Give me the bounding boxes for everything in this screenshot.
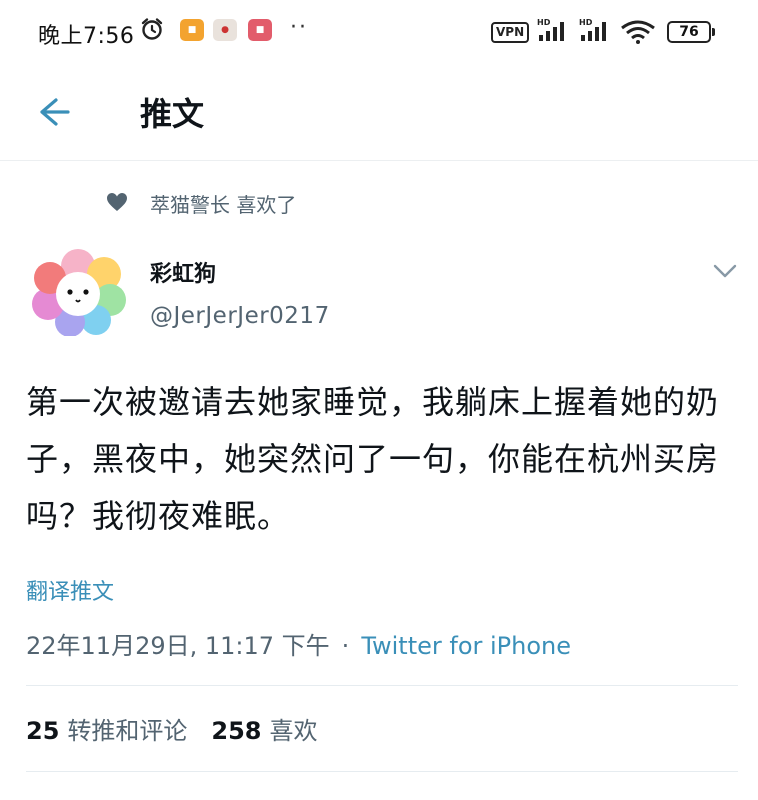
likes-label: 喜欢 [269, 717, 318, 745]
battery-icon: 76 [667, 21, 715, 43]
signal-icon: HD [537, 18, 564, 41]
divider [26, 771, 738, 772]
notification-app-icon: ■ [248, 19, 272, 41]
retweets-label: 转推和评论 [67, 717, 188, 745]
author-handle[interactable]: @JerJerJer0217 [150, 303, 330, 329]
chevron-down-icon[interactable] [711, 260, 739, 282]
wifi-icon [621, 20, 655, 44]
retweets-count: 25 [26, 717, 60, 745]
likes-count: 258 [211, 717, 262, 745]
status-time: 晚上7:56 [38, 24, 135, 49]
svg-text:HD: HD [537, 18, 551, 27]
svg-text:HD: HD [579, 18, 593, 27]
page-title: 推文 [140, 95, 205, 133]
divider [26, 685, 738, 686]
author-name[interactable]: 彩虹狗 [150, 256, 216, 288]
meta-separator: · [341, 632, 350, 660]
more-notifications-icon: ·· [290, 15, 308, 40]
status-bar: 晚上7:56 ■ ● ■ ·· VPN HD HD 76 [0, 0, 758, 62]
tweet-header: 推文 [0, 62, 758, 161]
vpn-badge: VPN [491, 22, 530, 43]
notification-app-icon: ● [213, 19, 237, 41]
liked-by-text[interactable]: 萃猫警长 喜欢了 [150, 189, 296, 218]
tweet-text: 第一次被邀请去她家睡觉，我躺床上握着她的奶子，黑夜中，她突然问了一句，你能在杭州… [26, 383, 720, 535]
heart-icon [107, 193, 127, 211]
translate-tweet-link[interactable]: 翻译推文 [26, 574, 114, 606]
likes-stat[interactable]: 258 喜欢 [211, 717, 317, 745]
tweet-meta: 22年11月29日, 11:17 下午 · Twitter for iPhone [26, 626, 571, 661]
retweets-stat[interactable]: 25 转推和评论 [26, 717, 187, 745]
signal-icon: HD [579, 18, 606, 41]
tweet-source[interactable]: Twitter for iPhone [361, 632, 571, 660]
notification-app-icon: ■ [180, 19, 204, 41]
back-arrow-icon[interactable] [34, 92, 74, 132]
avatar[interactable] [30, 248, 126, 336]
tweet-stats: 25 转推和评论 258 喜欢 [26, 711, 318, 746]
alarm-icon [141, 18, 163, 40]
tweet-timestamp[interactable]: 22年11月29日, 11:17 下午 [26, 632, 330, 660]
